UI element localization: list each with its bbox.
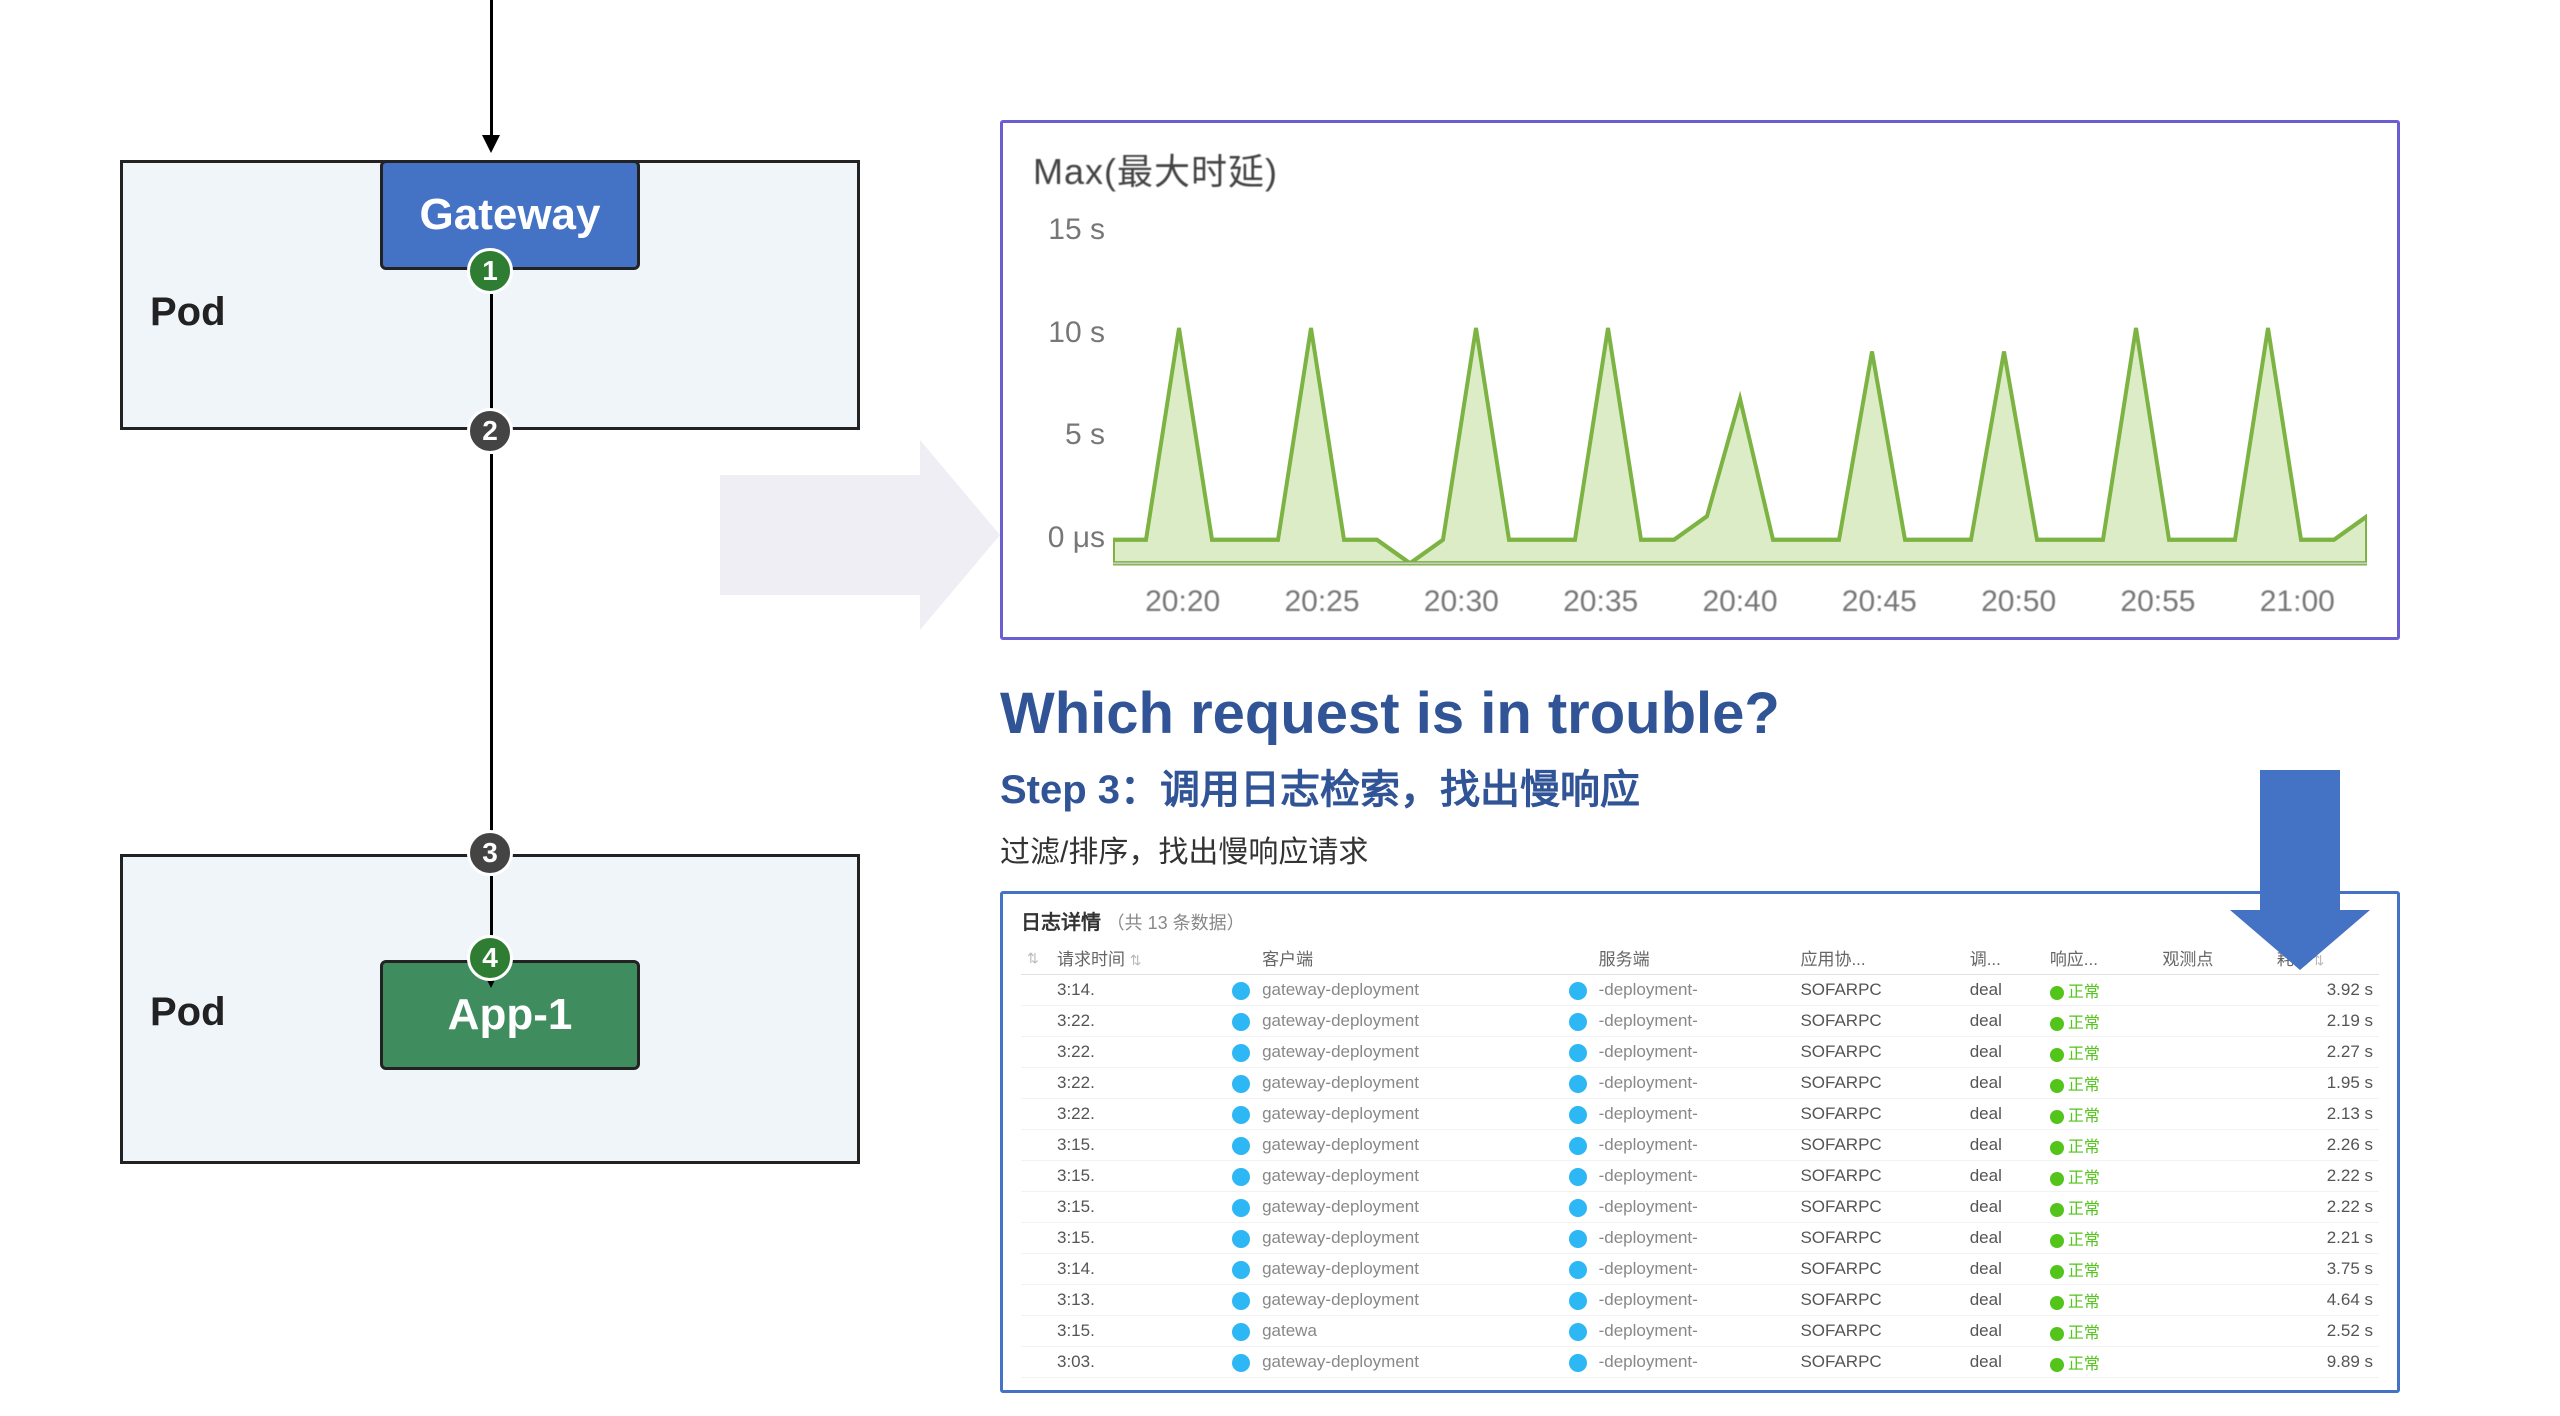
ok-icon [2050, 1203, 2064, 1217]
sub-title: 过滤/排序，找出慢响应请求 [1000, 827, 2400, 871]
table-row[interactable]: 3:13.gateway-deployment-deployment-SOFAR… [1021, 1285, 2379, 1316]
client-dot-icon [1232, 1044, 1250, 1062]
table-row[interactable]: 3:15.gateway-deployment-deployment-SOFAR… [1021, 1192, 2379, 1223]
col-client[interactable]: 客户端 [1256, 941, 1563, 975]
log-table-body: 3:14.gateway-deployment-deployment-SOFAR… [1021, 975, 2379, 1378]
gateway-label: Gateway [420, 190, 601, 240]
client-dot-icon [1232, 1261, 1250, 1279]
step-title: Step 3：调用日志检索，找出慢响应 [1000, 757, 2400, 815]
table-row[interactable]: 3:14.gateway-deployment-deployment-SOFAR… [1021, 975, 2379, 1006]
client-dot-icon [1232, 1013, 1250, 1031]
ok-icon [2050, 1172, 2064, 1186]
server-dot-icon [1569, 1230, 1587, 1248]
chart-area: 15 s 10 s 5 s 0 μs [1033, 205, 2367, 585]
step-circ-1: 1 [467, 248, 513, 294]
pod-label-2: Pod [150, 990, 226, 1035]
log-header: 日志详情 （共 13 条数据） [1021, 906, 2379, 935]
server-dot-icon [1569, 1354, 1587, 1372]
client-dot-icon [1232, 1168, 1250, 1186]
ok-icon [2050, 1296, 2064, 1310]
arrowhead-in [482, 135, 500, 153]
server-dot-icon [1569, 1199, 1587, 1217]
ok-icon [2050, 1265, 2064, 1279]
client-dot-icon [1232, 1075, 1250, 1093]
ok-icon [2050, 1110, 2064, 1124]
ok-icon [2050, 1141, 2064, 1155]
col-proto[interactable]: 应用协... [1794, 941, 1963, 975]
table-row[interactable]: 3:15.gatewa-deployment-SOFARPCdeal正常2.52… [1021, 1316, 2379, 1347]
table-row[interactable]: 3:15.gateway-deployment-deployment-SOFAR… [1021, 1223, 2379, 1254]
table-row[interactable]: 3:03.gateway-deployment-deployment-SOFAR… [1021, 1347, 2379, 1378]
question-title: Which request is in trouble? [1000, 680, 2400, 747]
table-row[interactable]: 3:22.gateway-deployment-deployment-SOFAR… [1021, 1037, 2379, 1068]
server-dot-icon [1569, 1013, 1587, 1031]
chart-plot [1113, 205, 2367, 585]
client-dot-icon [1232, 1292, 1250, 1310]
chart-svg [1113, 205, 2367, 585]
ok-icon [2050, 1048, 2064, 1062]
table-row[interactable]: 3:22.gateway-deployment-deployment-SOFAR… [1021, 1099, 2379, 1130]
table-row[interactable]: 3:14.gateway-deployment-deployment-SOFAR… [1021, 1254, 2379, 1285]
server-dot-icon [1569, 982, 1587, 1000]
client-dot-icon [1232, 1323, 1250, 1341]
log-panel: 日志详情 （共 13 条数据） ⇅ 请求时间 ⇅ 客户端 服务端 应用协... … [1000, 891, 2400, 1393]
server-dot-icon [1569, 1106, 1587, 1124]
right-panel: Max(最大时延) 15 s 10 s 5 s 0 μs 20:20 20:25… [1000, 120, 2400, 1393]
client-dot-icon [1232, 1230, 1250, 1248]
log-table-head: ⇅ 请求时间 ⇅ 客户端 服务端 应用协... 调... 响应... 观测点 耗… [1021, 941, 2379, 975]
app-node: App-1 [380, 960, 640, 1070]
pod-label-1: Pod [150, 290, 226, 335]
client-dot-icon [1232, 1137, 1250, 1155]
y-axis-labels: 15 s 10 s 5 s 0 μs [1033, 205, 1113, 585]
server-dot-icon [1569, 1292, 1587, 1310]
table-row[interactable]: 3:22.gateway-deployment-deployment-SOFAR… [1021, 1006, 2379, 1037]
ok-icon [2050, 1079, 2064, 1093]
server-dot-icon [1569, 1168, 1587, 1186]
table-row[interactable]: 3:15.gateway-deployment-deployment-SOFAR… [1021, 1130, 2379, 1161]
step-circ-4: 4 [467, 935, 513, 981]
col-status[interactable]: 响应... [2044, 941, 2157, 975]
ok-icon [2050, 986, 2064, 1000]
server-dot-icon [1569, 1044, 1587, 1062]
line-in [490, 0, 493, 140]
server-dot-icon [1569, 1137, 1587, 1155]
col-op[interactable]: 调... [1964, 941, 2044, 975]
col-time[interactable]: 请求时间 ⇅ [1051, 941, 1226, 975]
client-dot-icon [1232, 1106, 1250, 1124]
sort-icon[interactable]: ⇅ [1027, 950, 1039, 966]
client-dot-icon [1232, 1199, 1250, 1217]
line-between-pods [490, 454, 493, 834]
ok-icon [2050, 1327, 2064, 1341]
table-row[interactable]: 3:22.gateway-deployment-deployment-SOFAR… [1021, 1068, 2379, 1099]
table-row[interactable]: 3:15.gateway-deployment-deployment-SOFAR… [1021, 1161, 2379, 1192]
server-dot-icon [1569, 1261, 1587, 1279]
col-server[interactable]: 服务端 [1593, 941, 1795, 975]
step-circ-3: 3 [467, 830, 513, 876]
chart-title: Max(最大时延) [1033, 143, 2367, 195]
ok-icon [2050, 1017, 2064, 1031]
gateway-node: Gateway [380, 160, 640, 270]
blue-down-arrow [2230, 770, 2370, 970]
client-dot-icon [1232, 982, 1250, 1000]
big-right-arrow [720, 440, 1000, 630]
client-dot-icon [1232, 1354, 1250, 1372]
ok-icon [2050, 1358, 2064, 1372]
server-dot-icon [1569, 1323, 1587, 1341]
app-label: App-1 [448, 990, 573, 1040]
step-circ-2: 2 [467, 408, 513, 454]
server-dot-icon [1569, 1075, 1587, 1093]
ok-icon [2050, 1234, 2064, 1248]
chart-panel: Max(最大时延) 15 s 10 s 5 s 0 μs 20:20 20:25… [1000, 120, 2400, 640]
log-table: ⇅ 请求时间 ⇅ 客户端 服务端 应用协... 调... 响应... 观测点 耗… [1021, 941, 2379, 1378]
x-axis-labels: 20:20 20:25 20:30 20:35 20:40 20:45 20:5… [1113, 585, 2367, 619]
